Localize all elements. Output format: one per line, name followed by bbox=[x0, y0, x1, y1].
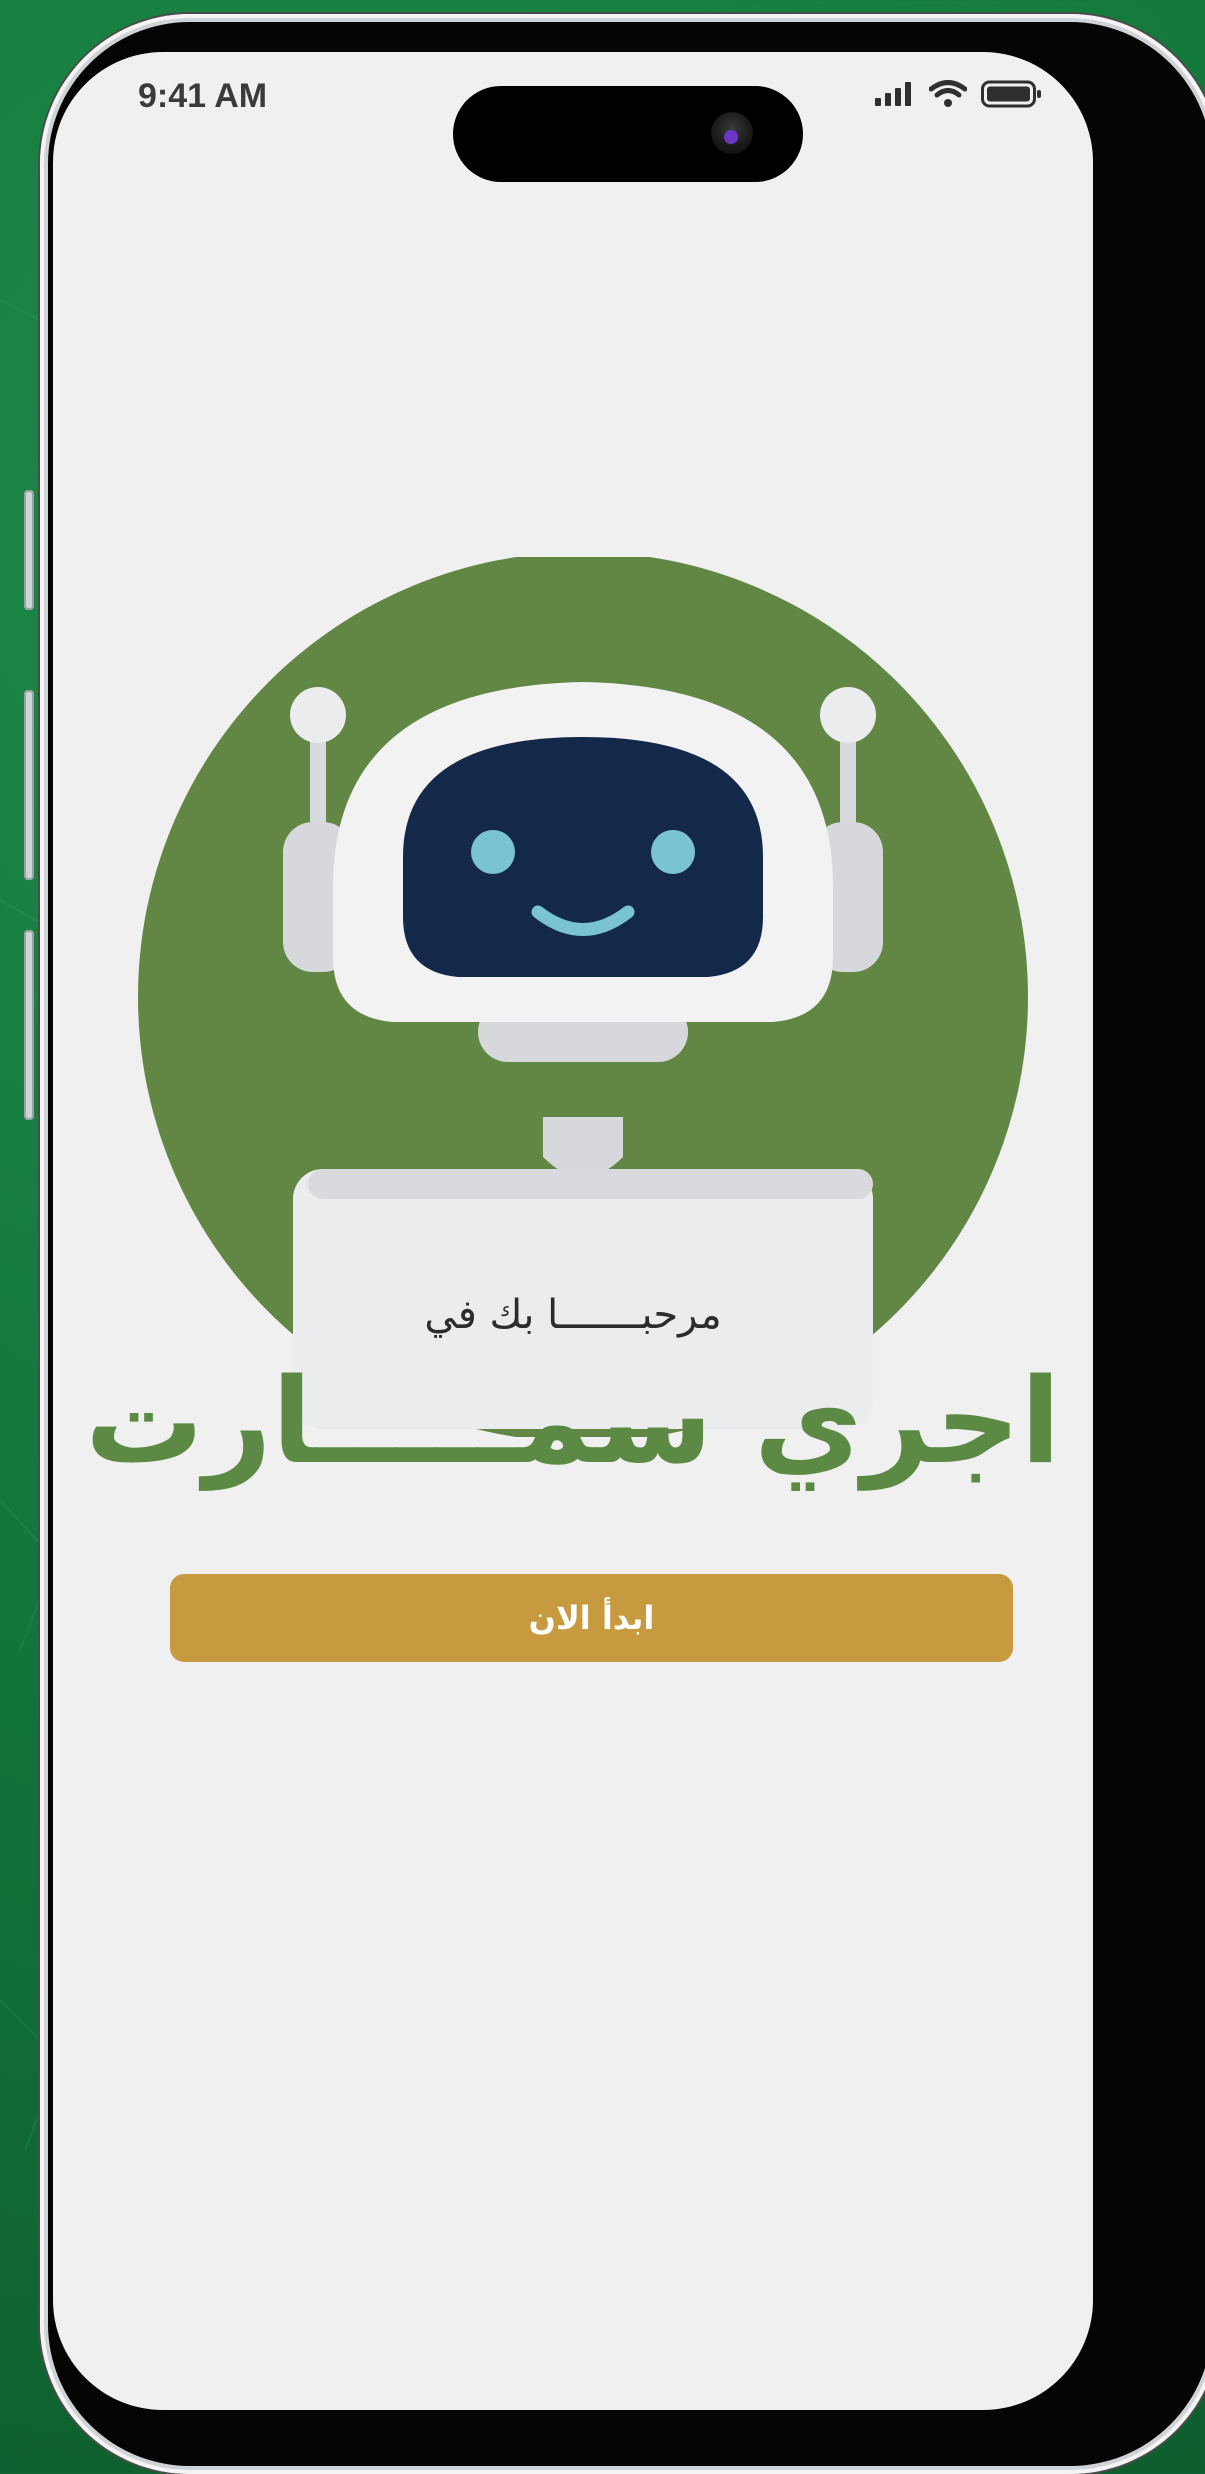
signal-icon bbox=[875, 82, 911, 106]
start-now-button[interactable]: ابدأ الان bbox=[170, 1574, 1013, 1662]
welcome-subtitle: مرحبـــــــا بك في bbox=[424, 1292, 722, 1338]
brand-title: اجري سمـــــارت bbox=[85, 1352, 1061, 1490]
robot-face-icon bbox=[403, 737, 763, 977]
robot-right-eye-icon bbox=[651, 830, 695, 874]
status-time: 9:41 AM bbox=[138, 77, 268, 115]
robot-left-eye-icon bbox=[471, 830, 515, 874]
phone-action-button bbox=[24, 490, 34, 610]
phone-volume-down-button bbox=[24, 930, 34, 1120]
phone-volume-up-button bbox=[24, 690, 34, 880]
dynamic-island bbox=[453, 86, 803, 182]
battery-icon bbox=[981, 80, 1041, 108]
front-camera-icon bbox=[711, 112, 753, 154]
wifi-icon bbox=[929, 80, 967, 107]
app-screen: 9:41 AM مرحبـــــــا بك في اجري سمـــــا… bbox=[53, 52, 1093, 2410]
status-icons bbox=[875, 80, 1043, 108]
